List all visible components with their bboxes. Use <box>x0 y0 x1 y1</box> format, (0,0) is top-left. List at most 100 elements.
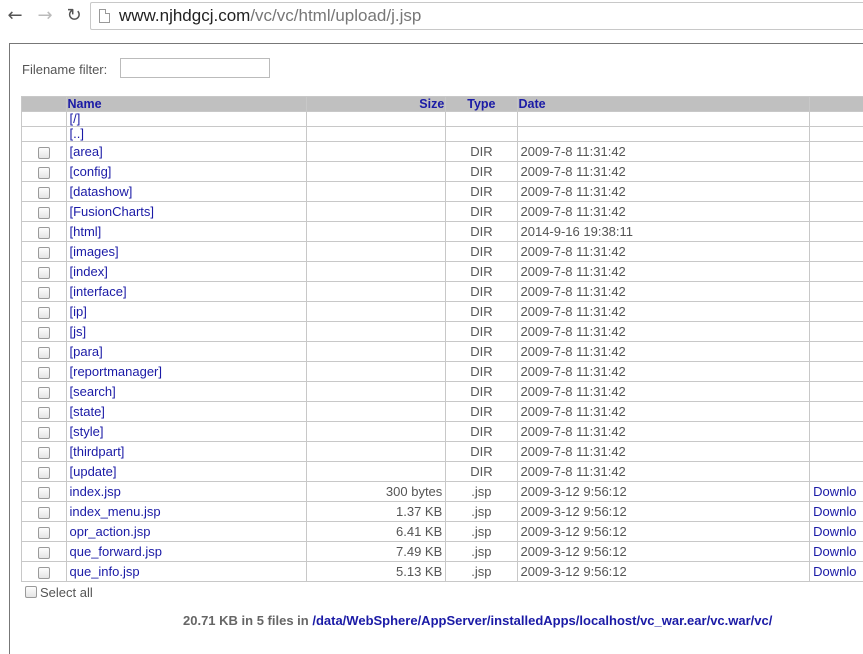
address-bar[interactable]: www.njhdgcj.com/vc/vc/html/upload/j.jsp <box>90 2 863 30</box>
file-name-link[interactable]: [datashow] <box>70 184 133 199</box>
name-cell: [images] <box>66 242 306 262</box>
row-checkbox[interactable] <box>38 567 50 579</box>
type-cell: .jsp <box>446 542 517 562</box>
download-link[interactable]: Downlo <box>813 544 856 559</box>
row-checkbox[interactable] <box>38 147 50 159</box>
empty-cell <box>306 127 446 142</box>
table-row: [FusionCharts]DIR2009-7-8 11:31:42 <box>22 202 863 222</box>
summary-path: /data/WebSphere/AppServer/installedApps/… <box>312 613 772 628</box>
row-checkbox[interactable] <box>38 547 50 559</box>
row-checkbox[interactable] <box>38 167 50 179</box>
select-cell <box>22 462 67 482</box>
file-name-link[interactable]: opr_action.jsp <box>70 524 151 539</box>
row-checkbox[interactable] <box>38 307 50 319</box>
action-cell <box>810 282 863 302</box>
type-cell: DIR <box>446 402 517 422</box>
select-all-checkbox[interactable] <box>25 586 37 598</box>
size-cell <box>306 342 446 362</box>
table-row: [search]DIR2009-7-8 11:31:42 <box>22 382 863 402</box>
file-name-link[interactable]: [search] <box>70 384 116 399</box>
row-checkbox[interactable] <box>38 367 50 379</box>
size-cell <box>306 142 446 162</box>
file-name-link[interactable]: index_menu.jsp <box>70 504 161 519</box>
empty-cell <box>517 127 810 142</box>
row-checkbox[interactable] <box>38 267 50 279</box>
download-link[interactable]: Downlo <box>813 564 856 579</box>
type-cell: DIR <box>446 382 517 402</box>
file-name-link[interactable]: [config] <box>70 164 112 179</box>
arrow-right-icon[interactable]: → <box>35 6 55 26</box>
size-cell <box>306 222 446 242</box>
select-cell <box>22 442 67 462</box>
reload-icon[interactable]: ↻ <box>64 6 84 26</box>
action-cell: Downlo <box>810 502 863 522</box>
row-checkbox[interactable] <box>38 387 50 399</box>
row-checkbox[interactable] <box>38 347 50 359</box>
action-cell <box>810 402 863 422</box>
file-name-link[interactable]: index.jsp <box>70 484 121 499</box>
action-cell <box>810 422 863 442</box>
file-name-link[interactable]: [reportmanager] <box>70 364 163 379</box>
file-name-link[interactable]: [update] <box>70 464 117 479</box>
name-cell: [reportmanager] <box>66 362 306 382</box>
file-name-link[interactable]: [interface] <box>70 284 127 299</box>
row-checkbox[interactable] <box>38 287 50 299</box>
action-cell <box>810 222 863 242</box>
table-row: [update]DIR2009-7-8 11:31:42 <box>22 462 863 482</box>
size-cell <box>306 262 446 282</box>
size-cell <box>306 422 446 442</box>
row-checkbox[interactable] <box>38 207 50 219</box>
arrow-left-icon[interactable]: ← <box>5 6 25 26</box>
download-link[interactable]: Downlo <box>813 484 856 499</box>
select-cell <box>22 262 67 282</box>
row-checkbox[interactable] <box>38 427 50 439</box>
download-link[interactable]: Downlo <box>813 524 856 539</box>
header-date[interactable]: Date <box>517 97 810 112</box>
header-name[interactable]: Name <box>66 97 306 112</box>
type-cell: DIR <box>446 142 517 162</box>
parent-dir-link[interactable]: [..] <box>70 127 84 142</box>
file-name-link[interactable]: [js] <box>70 324 87 339</box>
file-name-link[interactable]: [area] <box>70 144 103 159</box>
download-link[interactable]: Downlo <box>813 504 856 519</box>
select-all[interactable]: Select all <box>25 585 93 600</box>
file-name-link[interactable]: que_info.jsp <box>70 564 140 579</box>
row-checkbox[interactable] <box>38 327 50 339</box>
name-cell: [state] <box>66 402 306 422</box>
row-checkbox[interactable] <box>38 407 50 419</box>
row-checkbox[interactable] <box>38 227 50 239</box>
type-cell: DIR <box>446 342 517 362</box>
file-name-link[interactable]: [state] <box>70 404 105 419</box>
file-name-link[interactable]: [html] <box>70 224 102 239</box>
date-cell: 2014-9-16 19:38:11 <box>517 222 810 242</box>
row-checkbox[interactable] <box>38 507 50 519</box>
file-name-link[interactable]: [style] <box>70 424 104 439</box>
date-cell: 2009-7-8 11:31:42 <box>517 282 810 302</box>
filename-filter-input[interactable] <box>120 58 270 78</box>
row-checkbox[interactable] <box>38 487 50 499</box>
parent-dir-link[interactable]: [/] <box>70 112 81 127</box>
header-size[interactable]: Size <box>306 97 446 112</box>
file-name-link[interactable]: [index] <box>70 264 108 279</box>
file-name-link[interactable]: [ip] <box>70 304 87 319</box>
row-checkbox[interactable] <box>38 187 50 199</box>
row-checkbox[interactable] <box>38 527 50 539</box>
file-name-link[interactable]: [images] <box>70 244 119 259</box>
row-checkbox[interactable] <box>38 247 50 259</box>
row-checkbox[interactable] <box>38 447 50 459</box>
action-cell <box>810 182 863 202</box>
file-name-link[interactable]: [thirdpart] <box>70 444 125 459</box>
file-name-link[interactable]: [para] <box>70 344 103 359</box>
header-type[interactable]: Type <box>446 97 517 112</box>
filename-filter-label: Filename filter: <box>22 62 107 77</box>
file-name-link[interactable]: que_forward.jsp <box>70 544 163 559</box>
name-cell: [html] <box>66 222 306 242</box>
row-checkbox[interactable] <box>38 467 50 479</box>
date-cell: 2009-7-8 11:31:42 <box>517 162 810 182</box>
empty-cell <box>446 112 517 127</box>
action-cell <box>810 382 863 402</box>
file-name-link[interactable]: [FusionCharts] <box>70 204 155 219</box>
action-cell <box>810 262 863 282</box>
type-cell: DIR <box>446 362 517 382</box>
date-cell: 2009-3-12 9:56:12 <box>517 502 810 522</box>
